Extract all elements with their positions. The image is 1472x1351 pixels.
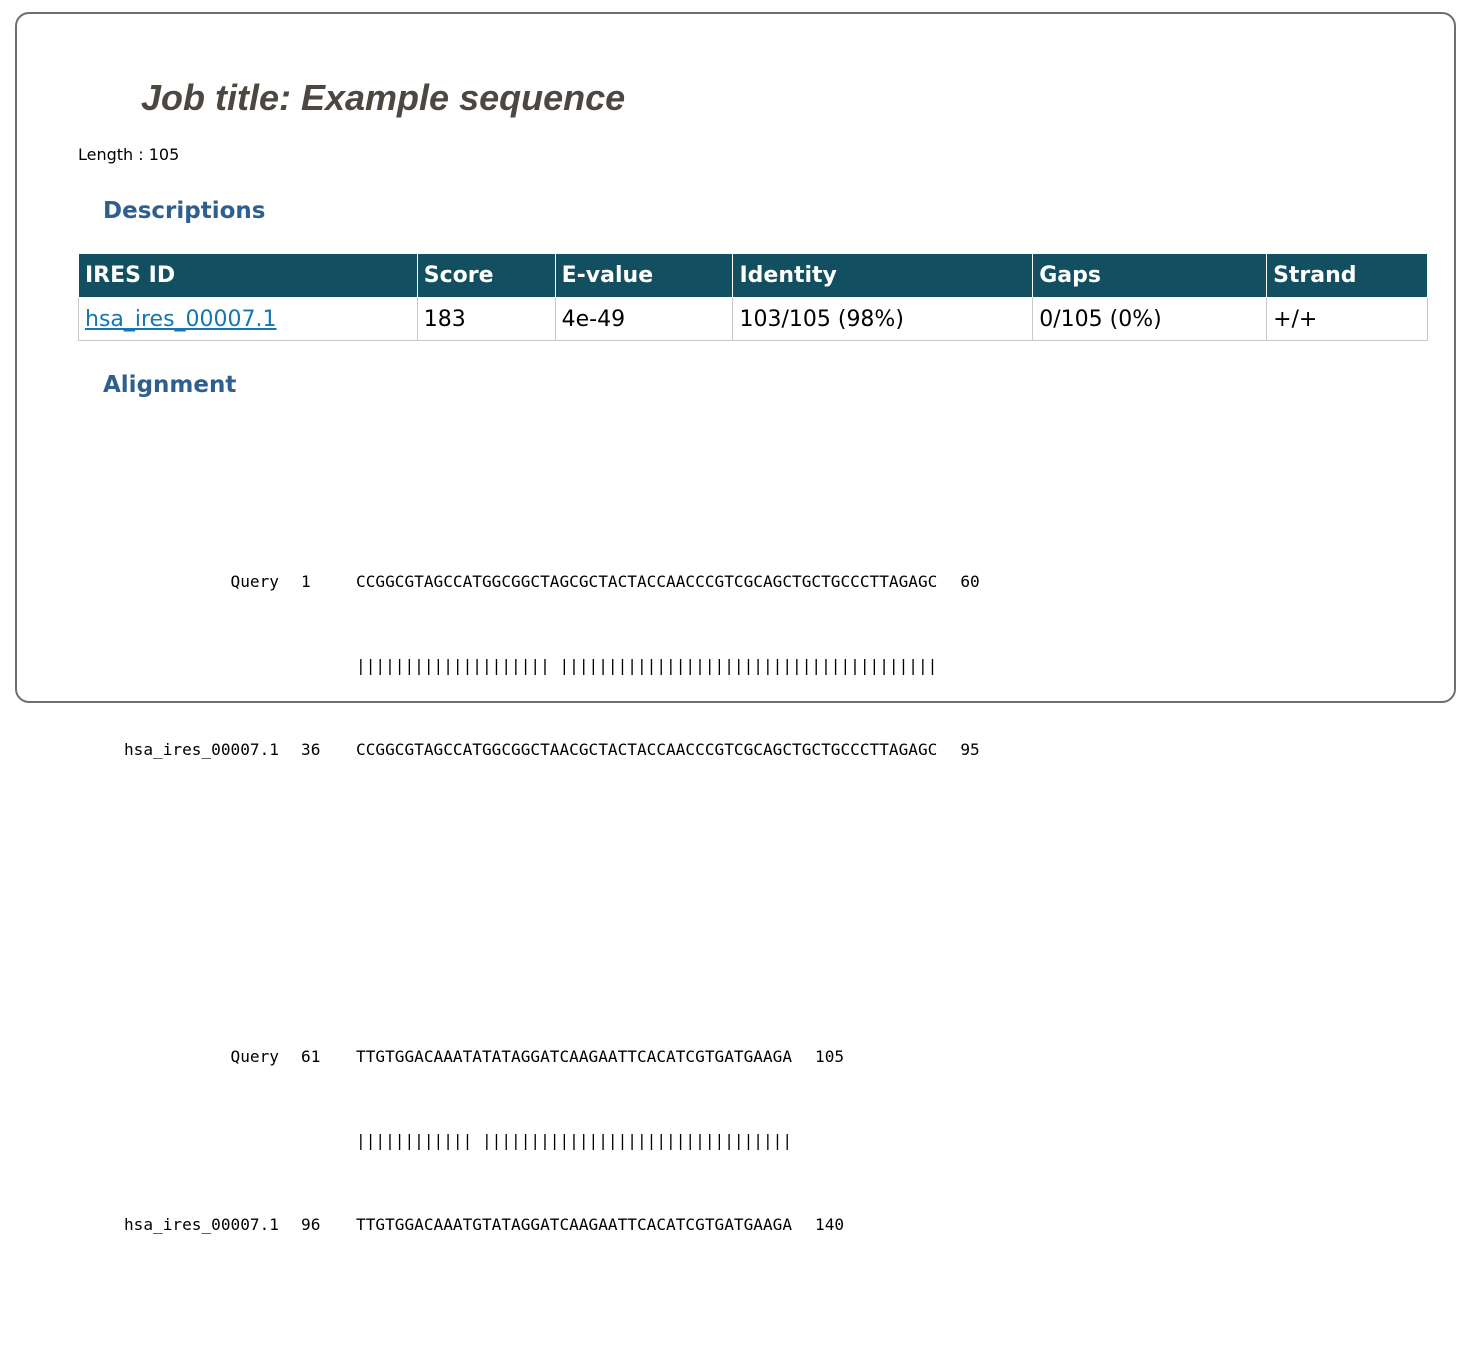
descriptions-table: IRES ID Score E-value Identity Gaps Stra…	[78, 253, 1428, 341]
subject-sequence: CCGGCGTAGCCATGGCGGCTAACGCTACTACCAACCCGTC…	[356, 740, 938, 759]
header-gaps: Gaps	[1032, 253, 1268, 298]
query-start: 61	[301, 1047, 321, 1066]
alignment-block: Query 1 CCGGCGTAGCCATGGCGGCTAGCGCTACTACCAA…	[103, 512, 980, 820]
query-sequence: CCGGCGTAGCCATGGCGGCTAGCGCTACTACCAACCCGTC…	[356, 572, 938, 591]
header-evalue: E-value	[554, 253, 734, 298]
block-spacer	[103, 876, 980, 903]
header-identity: Identity	[732, 253, 1034, 298]
cell-evalue: 4e-49	[554, 297, 734, 341]
alignment-block: Query 61 TTGTGGACAAATATATAGGATCAAGAATTCACA…	[103, 987, 980, 1295]
subject-sequence: TTGTGGACAAATGTATAGGATCAAGAATTCACATCGTGAT…	[356, 1215, 793, 1234]
result-card: Job title: Example sequence Length : 105…	[15, 12, 1456, 1234]
subject-label: hsa_ires_00007.1	[123, 1215, 279, 1234]
query-end: 105	[815, 1047, 845, 1066]
query-start: 1	[301, 572, 311, 591]
subject-label: hsa_ires_00007.1	[123, 740, 279, 759]
subject-start: 36	[301, 740, 321, 759]
alignment-view: Query 1 CCGGCGTAGCCATGGCGGCTAGCGCTACTACCAA…	[103, 428, 980, 1351]
subject-line: hsa_ires_00007.1 96 TTGTGGACAAATGTATAGGATC…	[103, 1211, 980, 1239]
match-bars: |||||||||||||||||||| |||||||||||||||||||…	[356, 656, 938, 675]
subject-end: 140	[815, 1215, 845, 1234]
ires-id-link[interactable]: hsa_ires_00007.1	[85, 307, 277, 332]
cell-gaps: 0/105 (0%)	[1032, 297, 1268, 341]
match-line: |||||||||||| |||||||||||||||||||||||||||…	[103, 1127, 980, 1155]
header-ires-id: IRES ID	[78, 253, 418, 298]
match-line: |||||||||||||||||||| |||||||||||||||||||…	[103, 652, 980, 680]
query-line: Query 61 TTGTGGACAAATATATAGGATCAAGAATTCACA…	[103, 1043, 980, 1071]
header-score: Score	[416, 253, 556, 298]
alignment-heading: Alignment	[103, 372, 237, 398]
query-sequence: TTGTGGACAAATATATAGGATCAAGAATTCACATCGTGAT…	[356, 1047, 793, 1066]
cell-score: 183	[416, 297, 556, 341]
sequence-length: Length : 105	[78, 145, 180, 164]
cell-strand: +/+	[1266, 297, 1428, 341]
cell-identity: 103/105 (98%)	[732, 297, 1034, 341]
cell-ires-id: hsa_ires_00007.1	[78, 297, 418, 341]
job-title: Job title: Example sequence	[141, 77, 626, 118]
query-line: Query 1 CCGGCGTAGCCATGGCGGCTAGCGCTACTACCAA…	[103, 568, 980, 596]
query-label: Query	[230, 1047, 279, 1066]
query-label: Query	[230, 572, 279, 591]
subject-end: 95	[960, 740, 980, 759]
subject-line: hsa_ires_00007.1 36 CCGGCGTAGCCATGGCGGCTAA…	[103, 736, 980, 764]
header-strand: Strand	[1266, 253, 1428, 298]
subject-start: 96	[301, 1215, 321, 1234]
table-header-row: IRES ID Score E-value Identity Gaps Stra…	[78, 253, 1428, 298]
table-row: hsa_ires_00007.1 183 4e-49 103/105 (98%)…	[78, 297, 1428, 341]
match-bars: |||||||||||| |||||||||||||||||||||||||||…	[356, 1131, 793, 1150]
query-end: 60	[960, 572, 980, 591]
descriptions-heading: Descriptions	[103, 198, 266, 224]
